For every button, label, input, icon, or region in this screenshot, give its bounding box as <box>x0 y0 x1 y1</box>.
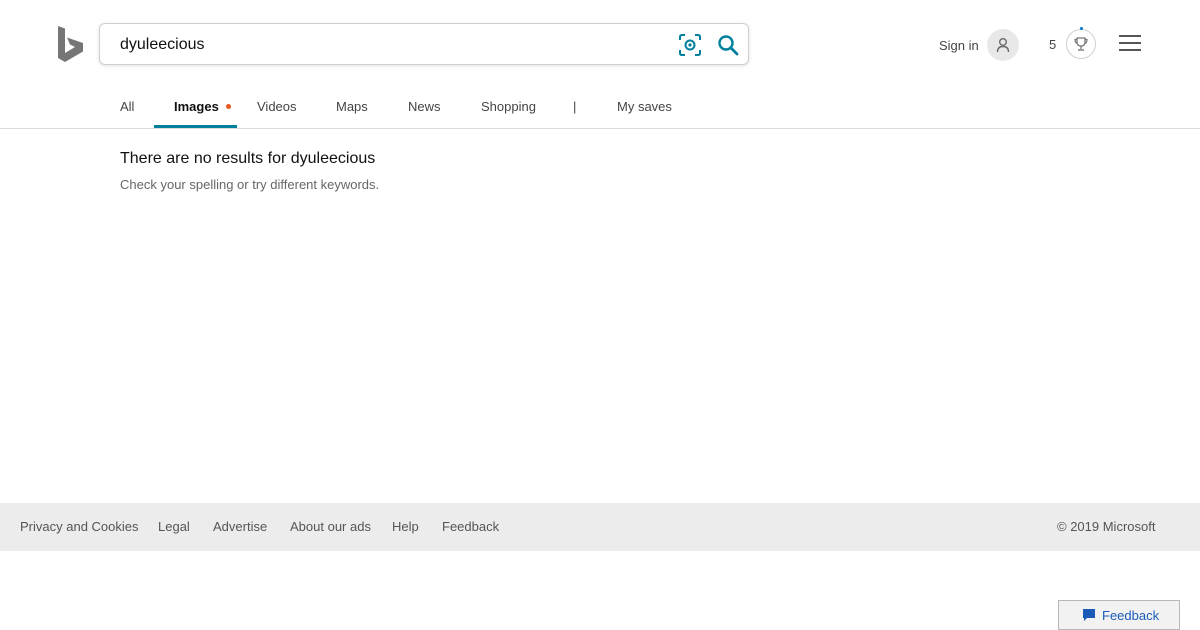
tab-news[interactable]: News <box>408 99 441 114</box>
search-input[interactable] <box>120 34 660 56</box>
active-tab-underline <box>154 125 237 128</box>
user-icon <box>986 29 1019 61</box>
magnifier-icon[interactable] <box>716 34 740 56</box>
footer-link-about-ads[interactable]: About our ads <box>290 519 371 534</box>
footer-link-help[interactable]: Help <box>392 519 419 534</box>
copyright: © 2019 Microsoft <box>1057 519 1156 534</box>
trophy-notification-dot <box>1080 27 1084 30</box>
scope-tabs: All Images Videos Maps News Shopping | M… <box>0 86 1200 129</box>
footer-link-feedback[interactable]: Feedback <box>442 519 499 534</box>
feedback-button[interactable]: Feedback <box>1058 600 1180 630</box>
footer-link-privacy[interactable]: Privacy and Cookies <box>20 519 139 534</box>
tab-all[interactable]: All <box>120 99 134 114</box>
search-box <box>99 23 749 65</box>
footer: Privacy and Cookies Legal Advertise Abou… <box>0 503 1200 551</box>
active-tab-dot <box>226 104 231 109</box>
no-results-title: There are no results for dyuleecious <box>120 150 376 167</box>
menu-line <box>1119 49 1141 51</box>
hamburger-icon[interactable] <box>1119 35 1141 53</box>
menu-line <box>1119 42 1141 44</box>
sign-in-label: Sign in <box>939 37 979 53</box>
rewards-button[interactable]: 5 <box>1049 27 1097 60</box>
tab-videos[interactable]: Videos <box>257 99 297 114</box>
footer-link-legal[interactable]: Legal <box>158 519 190 534</box>
speech-bubble-icon <box>1083 609 1095 621</box>
footer-link-advertise[interactable]: Advertise <box>213 519 267 534</box>
tab-images[interactable]: Images <box>174 99 219 114</box>
sign-in-button[interactable]: Sign in <box>939 29 1019 61</box>
camera-scan-icon[interactable] <box>678 34 702 56</box>
no-results-subtitle: Check your spelling or try different key… <box>120 177 380 192</box>
tab-maps[interactable]: Maps <box>336 99 368 114</box>
trophy-icon <box>1066 27 1097 59</box>
bing-logo[interactable] <box>56 26 86 64</box>
menu-line <box>1119 35 1141 37</box>
tab-shopping[interactable]: Shopping <box>481 99 536 114</box>
tab-my-saves[interactable]: My saves <box>617 99 672 114</box>
rewards-count: 5 <box>1049 36 1057 52</box>
tab-divider: | <box>573 99 577 114</box>
feedback-button-label: Feedback <box>1102 607 1160 623</box>
